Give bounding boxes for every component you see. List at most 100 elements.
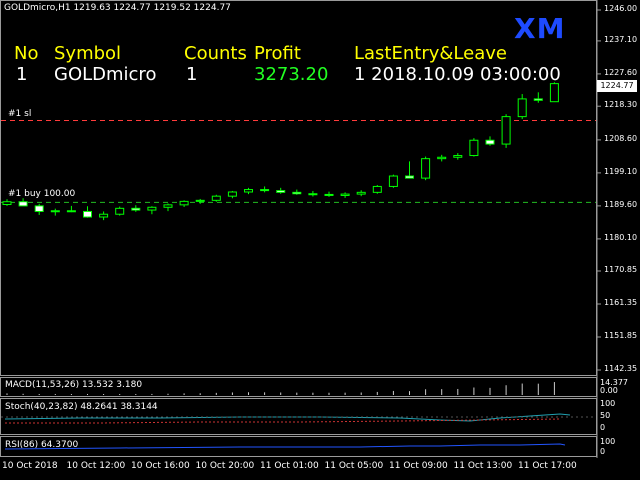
price-tick-label: 1170.85	[604, 265, 638, 274]
candle-body	[244, 189, 253, 193]
stoch-signal-line	[5, 418, 561, 424]
price-tick-marks	[597, 9, 601, 371]
candle	[501, 114, 511, 148]
candle	[469, 138, 479, 157]
candle-body	[437, 156, 447, 160]
candle-body	[195, 199, 205, 202]
price-tick-label: 1246.00	[604, 4, 638, 13]
macd-zero-value: 0.00	[600, 386, 618, 395]
candle	[292, 189, 302, 195]
time-tick-label: 11 Oct 13:00	[453, 461, 513, 471]
candle	[405, 161, 414, 179]
price-tick-label: 1189.60	[604, 199, 638, 209]
rsi-panel-frame	[0, 436, 597, 457]
price-tick-label: 1142.35	[604, 364, 638, 373]
candle	[18, 198, 28, 207]
candle-body	[276, 190, 286, 193]
header-symbol: Symbol	[54, 43, 122, 64]
buy-entry-label: #1 buy 100.00	[8, 189, 76, 199]
candle-body	[83, 210, 92, 218]
stop-loss-label: #1 sl	[8, 109, 32, 119]
candle-body	[324, 193, 334, 196]
candle	[388, 174, 398, 188]
price-tick-label: 1208.60	[604, 133, 638, 143]
candle	[549, 82, 559, 103]
time-tick-label: 10 Oct 16:00	[131, 461, 190, 471]
rsi-level-0: 0	[600, 447, 606, 456]
header-no: No	[14, 43, 39, 64]
candle-body	[533, 98, 543, 101]
candle	[227, 190, 237, 199]
candle	[99, 211, 109, 221]
candle	[50, 208, 60, 216]
candle	[179, 200, 189, 207]
row-symbol: GOLDmicro	[54, 64, 157, 85]
candle-body	[421, 158, 431, 179]
candle	[485, 136, 495, 146]
candle	[195, 198, 205, 204]
candle	[260, 186, 270, 193]
price-tick-label: 1227.60	[604, 67, 638, 77]
price-tick-label: 1161.35	[604, 298, 638, 307]
row-no: 1	[16, 64, 28, 85]
candle	[421, 156, 431, 181]
candle-body	[517, 98, 527, 118]
candle	[66, 205, 76, 213]
candle-body	[372, 185, 382, 193]
header-last-entry-leave: LastEntry&Leave	[354, 43, 507, 64]
stoch-level-100: 100	[600, 399, 616, 408]
time-tick-label: 11 Oct 09:00	[389, 461, 448, 471]
candle	[244, 187, 253, 195]
candle	[356, 190, 366, 197]
candle-body	[356, 191, 366, 195]
chart-title: GOLDmicro,H1 1219.63 1224.77 1219.52 122…	[4, 3, 231, 13]
price-tick-label: 1151.85	[604, 331, 638, 340]
stoch-level-50-label: 50	[600, 411, 611, 420]
row-counts: 1	[186, 64, 198, 85]
macd-label: MACD(11,53,26) 13.532 3.180	[5, 380, 143, 390]
candle-body	[66, 210, 76, 213]
time-tick-label: 11 Oct 05:00	[324, 461, 384, 471]
candle-body	[18, 201, 28, 207]
candle	[34, 203, 44, 215]
candle-body	[50, 210, 60, 213]
row-profit: 3273.20	[254, 64, 329, 85]
candle	[163, 203, 173, 212]
candle-body	[549, 83, 559, 103]
rsi-label: RSI(86) 64.3700	[5, 440, 79, 450]
candle	[83, 206, 92, 218]
candle-body	[211, 195, 221, 201]
price-tick-label: 1218.30	[604, 100, 638, 110]
header-profit: Profit	[254, 43, 301, 64]
time-tick-label: 10 Oct 2018	[2, 461, 58, 471]
candle-body	[115, 207, 125, 215]
price-tick-label: 1237.10	[604, 34, 638, 44]
candle-body	[34, 205, 44, 212]
candle-body	[179, 200, 189, 206]
candle	[276, 187, 286, 194]
time-tick-label: 11 Oct 01:00	[260, 461, 319, 471]
candle-body	[485, 139, 495, 145]
candle	[131, 205, 141, 212]
candle-body	[292, 191, 302, 195]
rsi-level-100: 100	[600, 437, 616, 446]
candle-body	[388, 175, 398, 187]
candle	[308, 190, 318, 197]
candle-body	[405, 175, 414, 179]
header-counts: Counts	[184, 43, 247, 64]
candle	[115, 206, 125, 216]
candle-body	[501, 116, 511, 145]
price-tick-label: 1199.10	[604, 166, 638, 176]
candle	[2, 199, 12, 206]
candle	[517, 94, 527, 120]
candle-body	[163, 204, 173, 208]
current-price-tag: 1224.77	[597, 80, 637, 92]
candle	[147, 206, 157, 215]
stoch-label: Stoch(40,23,82) 48.2641 38.3144	[5, 402, 158, 412]
candle-body	[260, 189, 270, 192]
candle	[453, 153, 463, 160]
candle-body	[147, 206, 157, 211]
candle-body	[453, 155, 463, 158]
candle-body	[340, 193, 350, 196]
time-tick-label: 10 Oct 20:00	[195, 461, 255, 471]
